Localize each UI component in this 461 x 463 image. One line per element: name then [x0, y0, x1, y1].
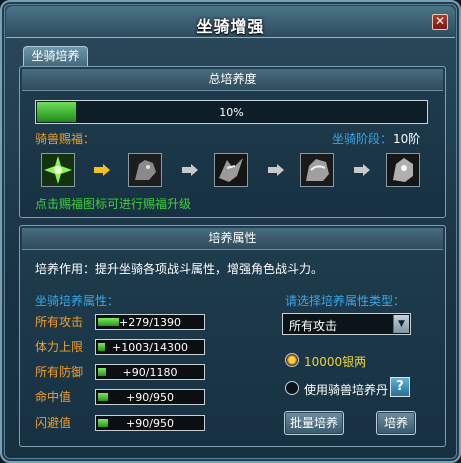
attr-bar: +90/950	[95, 415, 205, 431]
attr-value: +279/1390	[119, 316, 181, 329]
attr-bar: +90/950	[95, 389, 205, 405]
attributes-header: 培养属性	[22, 228, 443, 250]
attribute-type-select[interactable]: 所有攻击 ▼	[282, 313, 411, 335]
attr-bar: +90/1180	[95, 364, 205, 380]
mount-enhance-window: 坐骑增强 ✕ 坐骑培养 总培养度 10% 骑兽赐福： 坐骑阶段： 10阶 点击赐…	[0, 0, 461, 463]
gray-beast-icon-4[interactable]	[386, 153, 420, 187]
attr-bar: +1003/14300	[95, 339, 205, 355]
select-value: 所有攻击	[289, 319, 338, 333]
attr-label: 命中值	[35, 390, 72, 404]
attr-value: +90/950	[126, 391, 174, 404]
tab-mount-training[interactable]: 坐骑培养	[23, 46, 88, 66]
total-progress-bar: 10%	[35, 100, 428, 124]
arrow-right-icon	[268, 164, 284, 176]
attr-value: +90/950	[126, 417, 174, 430]
total-progress-text: 10%	[219, 106, 244, 119]
bless-label: 骑兽赐福：	[35, 132, 96, 146]
silver-option-label: 10000银两	[304, 355, 367, 369]
gray-beast-icon-2[interactable]	[214, 153, 248, 187]
pill-option-label: 使用骑兽培养丹	[304, 383, 389, 397]
bless-hint: 点击赐福图标可进行赐福升级	[35, 197, 192, 211]
window-title: 坐骑增强	[196, 17, 265, 36]
attributes-panel: 培养属性 培养作用：提升坐骑各项战斗属性，增强角色战斗力。 坐骑培养属性： 请选…	[19, 225, 446, 447]
arrow-right-icon	[94, 164, 110, 176]
train-button[interactable]: 培养	[376, 411, 416, 435]
stage-label: 坐骑阶段：	[332, 132, 393, 146]
gray-beast-icon-3[interactable]	[300, 153, 334, 187]
green-burst-icon[interactable]	[41, 153, 75, 187]
stage-value: 10阶	[393, 132, 421, 146]
attr-label: 体力上限	[35, 340, 84, 354]
select-type-title: 请选择培养属性类型：	[285, 294, 406, 308]
silver-radio[interactable]	[285, 353, 299, 367]
mount-attributes-title: 坐骑培养属性：	[35, 294, 120, 308]
title-bar[interactable]: 坐骑增强 ✕	[6, 6, 455, 38]
attr-value: +1003/14300	[112, 341, 188, 354]
help-icon[interactable]: ?	[390, 377, 410, 397]
chevron-down-icon[interactable]: ▼	[393, 315, 409, 333]
cultivation-header: 总培养度	[22, 69, 443, 91]
arrow-right-icon	[354, 164, 370, 176]
arrow-right-icon	[182, 164, 198, 176]
attr-label: 所有攻击	[35, 315, 84, 329]
attr-bar: +279/1390	[95, 314, 205, 330]
attr-label: 所有防御	[35, 365, 84, 379]
attr-value: +90/1180	[122, 366, 178, 379]
gray-beast-icon-1[interactable]	[128, 153, 162, 187]
cultivation-panel: 总培养度 10% 骑兽赐福： 坐骑阶段： 10阶 点击赐福图标可进行赐福升级	[19, 66, 446, 218]
pill-radio[interactable]	[285, 381, 299, 395]
training-description: 培养作用：提升坐骑各项战斗属性，增强角色战斗力。	[35, 262, 324, 276]
attr-label: 闪避值	[35, 416, 72, 430]
batch-train-button[interactable]: 批量培养	[284, 411, 344, 435]
close-icon[interactable]: ✕	[432, 14, 448, 30]
